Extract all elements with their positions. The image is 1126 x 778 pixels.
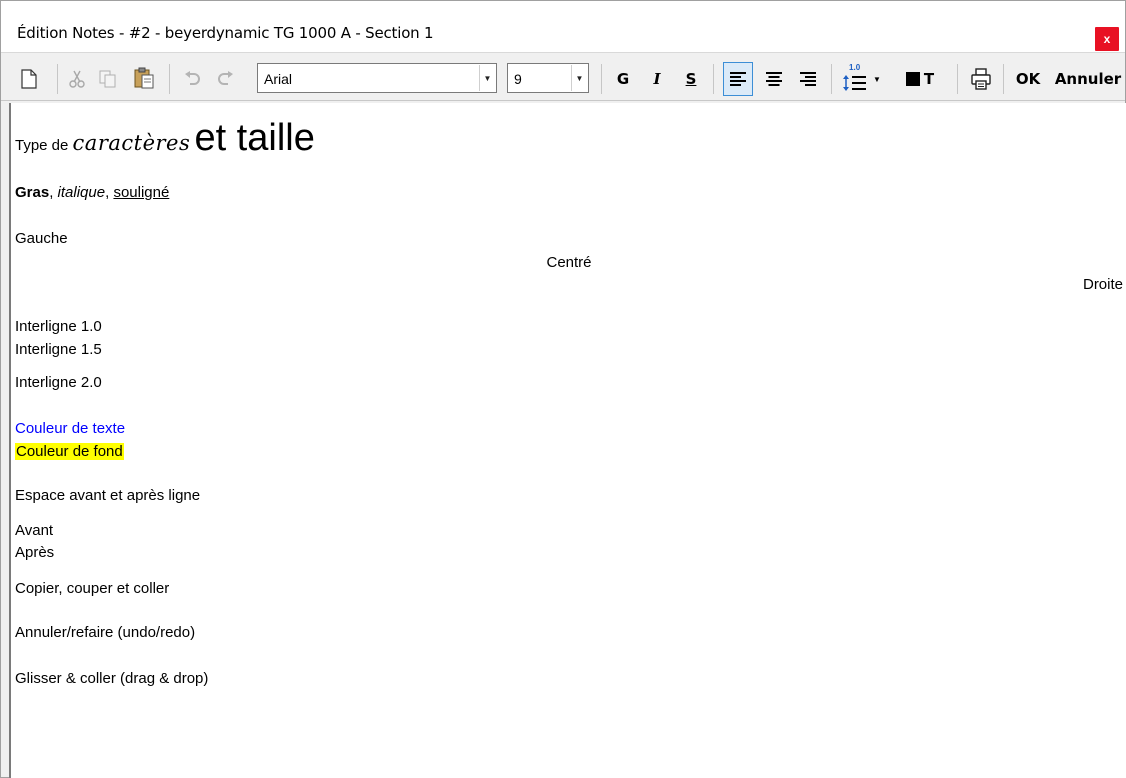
cancel-button[interactable]: Annuler	[1051, 67, 1125, 91]
undo-text: Annuler/refaire (undo/redo)	[15, 624, 196, 641]
bold-text: Gras	[15, 184, 50, 201]
paragraph-spacing-text: Espace avant et après ligne	[15, 487, 201, 504]
italic-button[interactable]: I	[647, 67, 667, 91]
font-name-combo[interactable]: Arial ▼	[257, 63, 497, 93]
font-size-combo[interactable]: 9 ▼	[507, 63, 589, 93]
scissors-icon	[69, 70, 85, 88]
color-label: T	[923, 70, 935, 88]
copy-icon	[99, 70, 116, 88]
spacing-15-text: Interligne 1.5	[15, 341, 102, 358]
close-icon: x	[1103, 32, 1111, 46]
line-spacing-button[interactable]: 1.0 ▼	[839, 62, 885, 96]
redo-button[interactable]	[215, 67, 237, 91]
cancel-label: Annuler	[1054, 70, 1122, 88]
new-document-button[interactable]	[19, 67, 39, 91]
spacing-20-text: Interligne 2.0	[15, 374, 102, 391]
align-right-button[interactable]	[795, 66, 821, 92]
italic-label: I	[653, 70, 661, 88]
font-demo-line: Type de caractères et taille	[15, 117, 315, 160]
font-name-value: Arial	[264, 71, 293, 87]
copy-button[interactable]	[97, 67, 119, 91]
clipboard-text: Copier, couper et coller	[15, 580, 170, 597]
rich-text-editor[interactable]: Type de caractères et taille Gras, itali…	[9, 103, 1126, 778]
ok-button[interactable]: OK	[1011, 67, 1045, 91]
bg-color-demo: Couleur de fond	[15, 443, 124, 460]
paste-icon	[134, 67, 154, 89]
toolbar-separator	[601, 64, 602, 94]
style-demo-line: Gras, italique, souligné	[15, 184, 169, 201]
text-color-demo: Couleur de texte	[15, 420, 126, 437]
new-document-icon	[21, 69, 37, 89]
align-right-text: Droite	[1082, 276, 1123, 293]
toolbar-separator	[57, 64, 58, 94]
chevron-down-icon[interactable]: ▼	[479, 65, 495, 91]
sep-text: ,	[49, 184, 58, 201]
font-demo-big: et taille	[194, 117, 315, 159]
paste-button[interactable]	[131, 65, 157, 91]
window-title: Édition Notes - #2 - beyerdynamic TG 100…	[17, 24, 434, 42]
toolbar-separator	[169, 64, 170, 94]
align-center-button[interactable]	[761, 66, 787, 92]
align-right-icon	[800, 72, 816, 86]
align-left-button[interactable]	[723, 62, 753, 96]
cut-button[interactable]	[67, 67, 87, 91]
bold-button[interactable]: G	[613, 67, 633, 91]
toolbar: Arial ▼ 9 ▼ G I S 1.0 ▼ T OK Annuler	[1, 58, 1125, 101]
font-demo-decor: caractères	[72, 131, 191, 155]
undo-button[interactable]	[181, 67, 203, 91]
undo-icon	[185, 71, 200, 85]
toolbar-separator	[957, 64, 958, 94]
toolbar-separator	[713, 64, 714, 94]
chevron-down-icon: ▼	[873, 74, 881, 84]
bold-label: G	[616, 70, 630, 88]
underline-label: S	[685, 70, 697, 88]
align-left-text: Gauche	[15, 230, 68, 247]
align-center-icon	[766, 72, 782, 86]
space-before-text: Avant	[15, 522, 54, 539]
italic-text: italique	[57, 184, 106, 201]
underline-button[interactable]: S	[681, 67, 701, 91]
font-size-value: 9	[514, 71, 522, 87]
spacing-10-text: Interligne 1.0	[15, 318, 102, 335]
line-spacing-badge: 1.0	[849, 63, 861, 72]
redo-icon	[218, 71, 233, 85]
color-swatch-icon	[905, 72, 920, 86]
underline-text: souligné	[113, 184, 170, 201]
text-color-button[interactable]: T	[899, 67, 941, 91]
toolbar-separator	[1003, 64, 1004, 94]
close-button[interactable]: x	[1095, 27, 1119, 51]
notes-editor-window: Édition Notes - #2 - beyerdynamic TG 100…	[0, 0, 1126, 778]
line-spacing-icon: 1.0	[843, 63, 871, 95]
align-left-icon	[730, 72, 746, 86]
font-demo-small: Type de	[15, 137, 69, 154]
printer-icon	[971, 68, 991, 90]
toolbar-separator	[831, 64, 832, 94]
print-button[interactable]	[967, 66, 995, 92]
ok-label: OK	[1015, 70, 1041, 88]
dragdrop-text: Glisser & coller (drag & drop)	[15, 670, 209, 687]
chevron-down-icon[interactable]: ▼	[571, 65, 587, 91]
title-bar: Édition Notes - #2 - beyerdynamic TG 100…	[1, 1, 1125, 53]
space-after-text: Après	[15, 544, 55, 561]
align-center-text: Centré	[546, 254, 592, 271]
